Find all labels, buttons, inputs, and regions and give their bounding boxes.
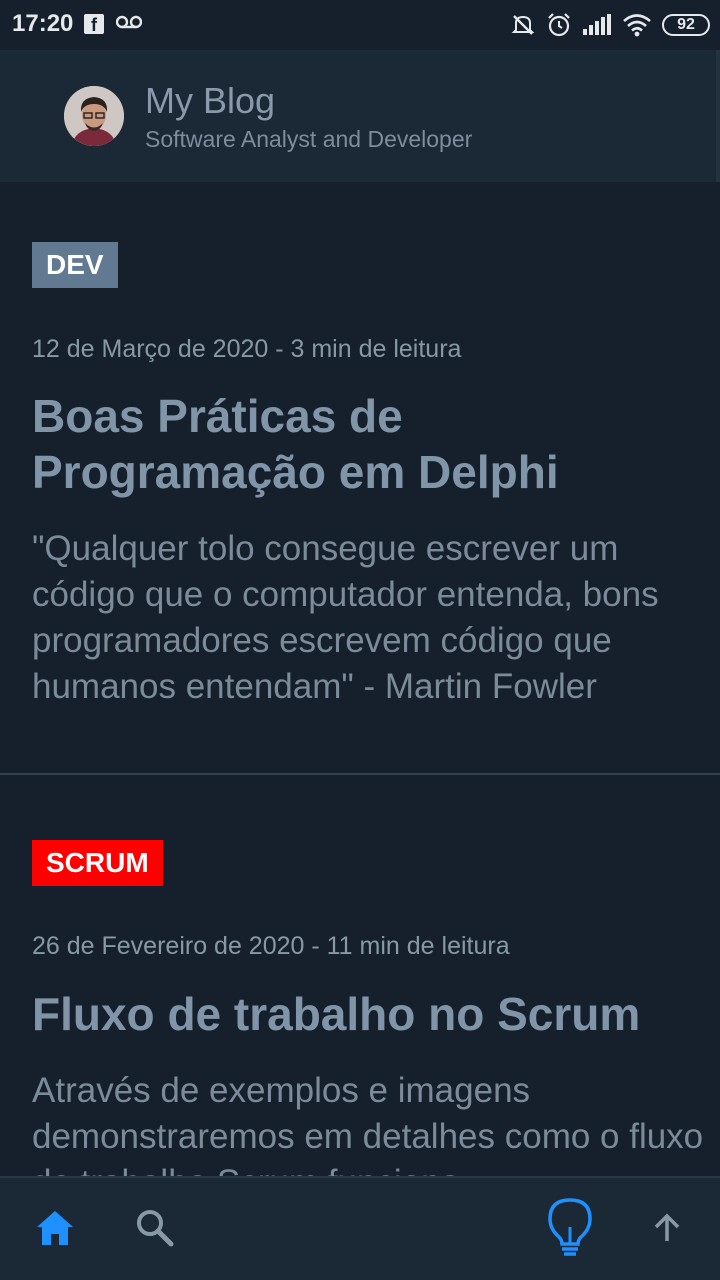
scroll-top-button[interactable] bbox=[632, 1178, 702, 1280]
post-meta: 12 de Março de 2020 - 3 min de leitura bbox=[32, 335, 462, 363]
status-bar: 17:20 f 92 bbox=[0, 0, 720, 50]
blog-header: My Blog Software Analyst and Developer bbox=[0, 50, 720, 182]
theme-toggle-button[interactable] bbox=[530, 1178, 610, 1280]
battery-icon: 92 bbox=[662, 14, 710, 36]
home-button[interactable] bbox=[20, 1178, 90, 1280]
search-icon bbox=[135, 1208, 175, 1253]
wifi-icon bbox=[622, 13, 652, 37]
home-icon bbox=[35, 1209, 75, 1252]
avatar[interactable] bbox=[64, 86, 124, 146]
alarm-icon bbox=[546, 12, 572, 38]
post-meta: 26 de Fevereiro de 2020 - 11 min de leit… bbox=[32, 932, 510, 960]
bottom-navigation bbox=[0, 1176, 720, 1280]
search-button[interactable] bbox=[120, 1178, 190, 1280]
signal-icon bbox=[582, 14, 612, 36]
mute-icon bbox=[510, 12, 536, 38]
post-title[interactable]: Boas Práticas de Programação em Delphi bbox=[32, 388, 692, 500]
voicemail-icon bbox=[115, 10, 143, 35]
blog-title[interactable]: My Blog bbox=[145, 80, 275, 122]
status-time: 17:20 bbox=[12, 10, 74, 37]
post-tag[interactable]: DEV bbox=[32, 242, 118, 288]
arrow-up-icon bbox=[651, 1212, 683, 1249]
scroll-edge bbox=[716, 50, 720, 182]
post-tag[interactable]: SCRUM bbox=[32, 840, 163, 886]
post-excerpt: Através de exemplos e imagens demonstrar… bbox=[32, 1071, 704, 1176]
facebook-icon: f bbox=[84, 14, 104, 35]
post-excerpt: "Qualquer tolo consegue escrever um códi… bbox=[32, 529, 659, 706]
post-divider bbox=[0, 773, 720, 775]
post-card[interactable]: DEV 12 de Março de 2020 - 3 min de leitu… bbox=[0, 182, 720, 774]
post-title[interactable]: Fluxo de trabalho no Scrum bbox=[32, 986, 692, 1042]
post-card[interactable]: SCRUM 26 de Fevereiro de 2020 - 11 min d… bbox=[0, 776, 720, 1176]
lightbulb-icon bbox=[547, 1197, 593, 1264]
blog-subtitle: Software Analyst and Developer bbox=[145, 126, 473, 152]
